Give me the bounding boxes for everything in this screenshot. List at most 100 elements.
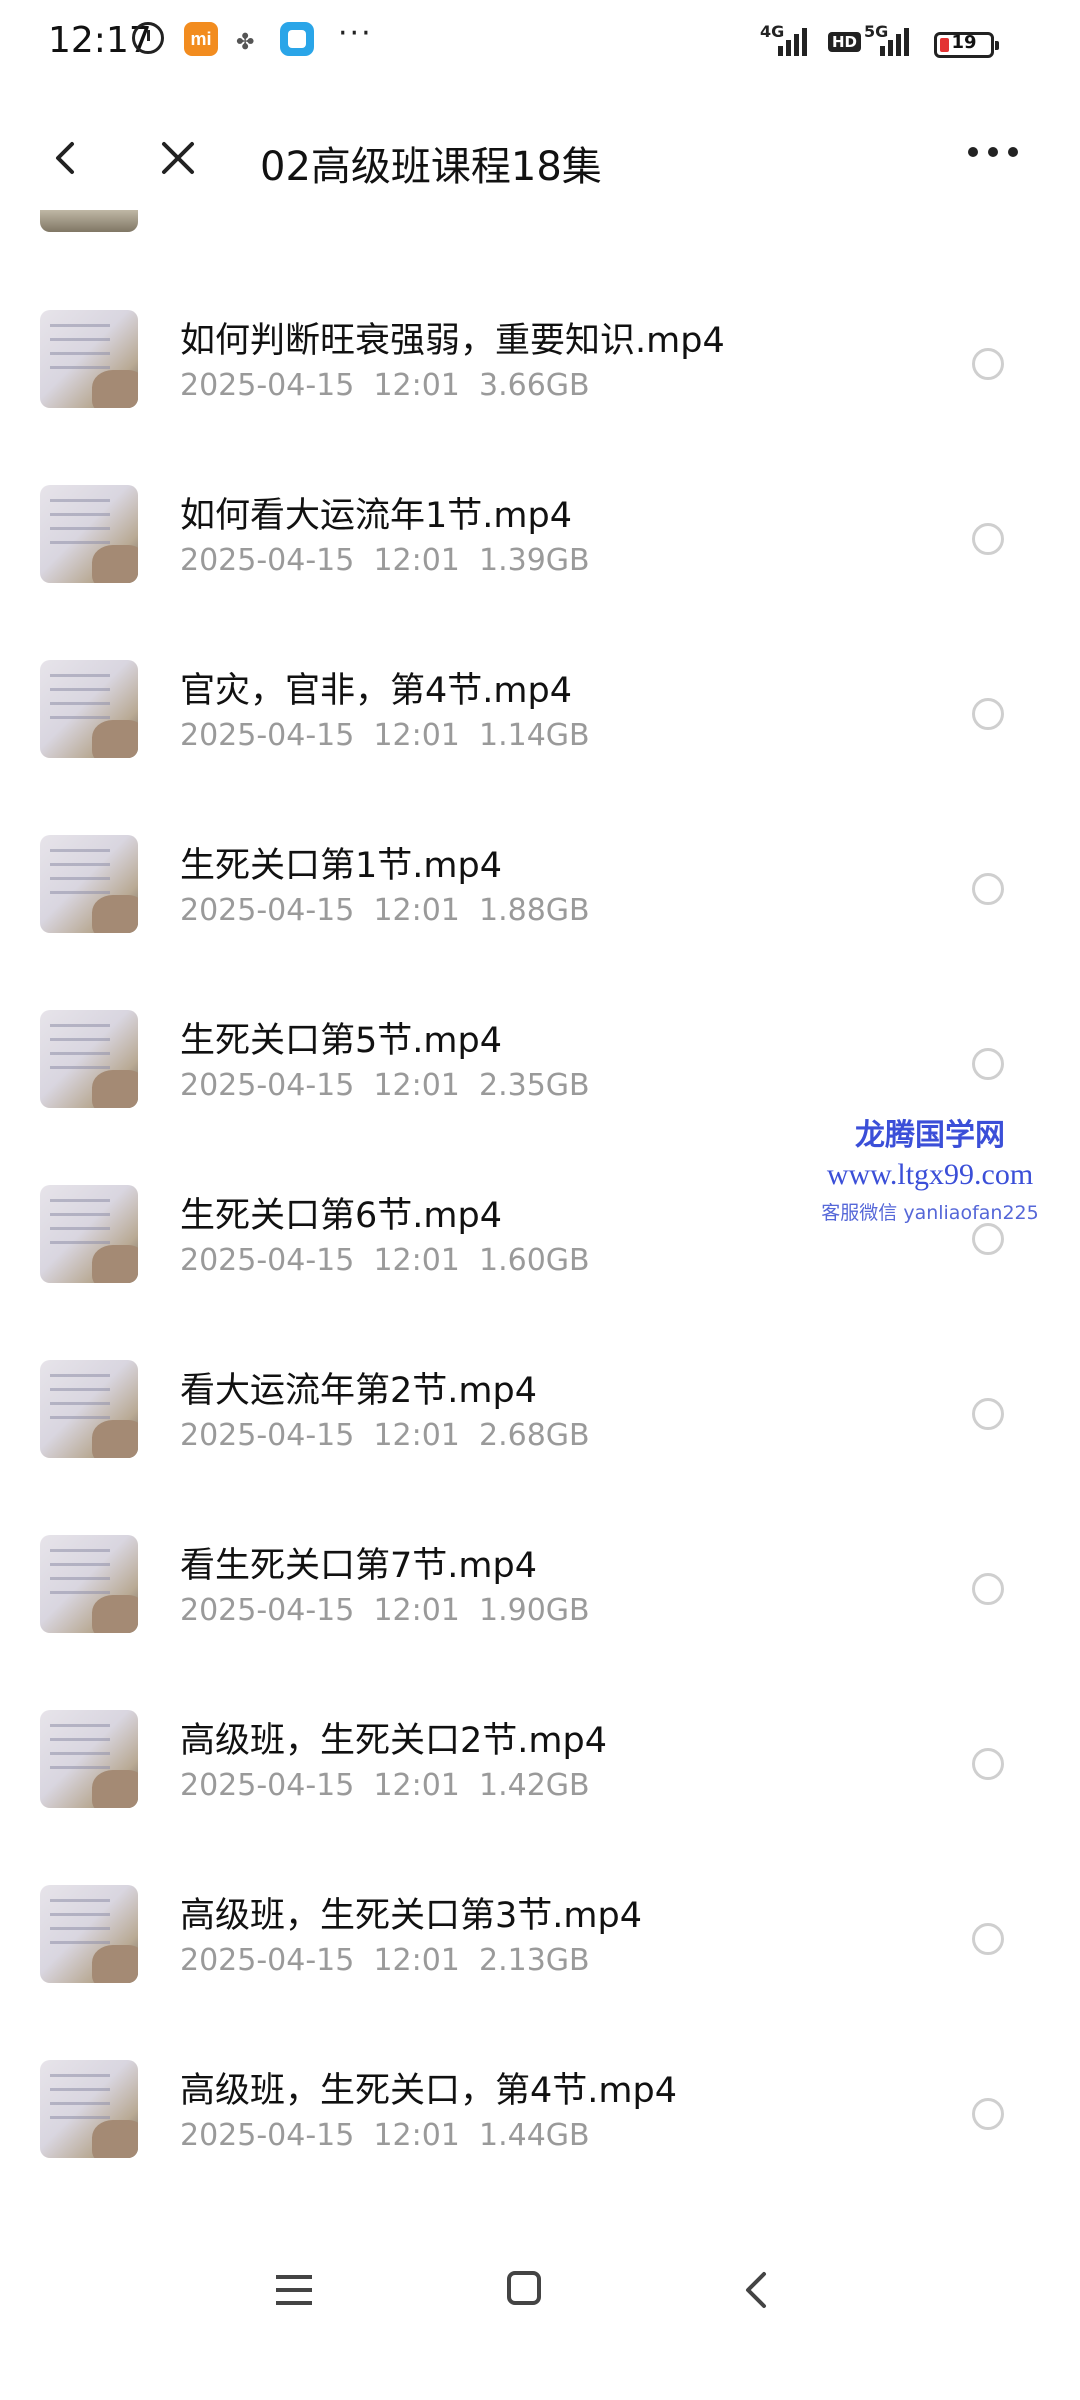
file-time: 12:01 xyxy=(373,1943,460,1978)
file-time: 12:01 xyxy=(373,1243,460,1278)
select-radio[interactable] xyxy=(972,348,1004,380)
system-nav-bar xyxy=(0,2230,1080,2350)
select-radio[interactable] xyxy=(972,523,1004,555)
file-row[interactable]: 看生死关口第7节.mp4 2025-04-15 12:01 1.90GB xyxy=(0,1535,1080,1710)
page-title: 02高级班课程18集 xyxy=(260,144,602,190)
file-meta: 2025-04-15 12:01 1.42GB xyxy=(180,1768,590,1803)
file-time: 12:01 xyxy=(373,893,460,928)
file-size: 1.39GB xyxy=(478,543,590,578)
video-thumbnail xyxy=(40,1185,138,1283)
battery-percent: 19 xyxy=(951,32,977,53)
select-radio[interactable] xyxy=(972,1923,1004,1955)
more-options-icon[interactable] xyxy=(966,142,1020,162)
file-row[interactable]: 如何判断旺衰强弱，重要知识.mp4 2025-04-15 12:01 3.66GB xyxy=(0,310,1080,485)
video-thumbnail xyxy=(40,1360,138,1458)
select-radio[interactable] xyxy=(972,1048,1004,1080)
select-radio[interactable] xyxy=(972,873,1004,905)
video-thumbnail xyxy=(40,1010,138,1108)
file-date: 2025-04-15 xyxy=(180,368,355,403)
home-icon[interactable] xyxy=(506,2270,542,2306)
video-thumbnail xyxy=(40,1885,138,1983)
select-radio[interactable] xyxy=(972,1748,1004,1780)
file-time: 12:01 xyxy=(373,368,460,403)
file-row[interactable]: 看大运流年第2节.mp4 2025-04-15 12:01 2.68GB xyxy=(0,1360,1080,1535)
file-size: 1.90GB xyxy=(478,1593,590,1628)
file-name: 官灾，官非，第4节.mp4 xyxy=(180,671,572,711)
video-thumbnail xyxy=(40,2060,138,2158)
file-date: 2025-04-15 xyxy=(180,718,355,753)
file-name: 高级班，生死关口，第4节.mp4 xyxy=(180,2071,677,2111)
video-thumbnail xyxy=(40,1710,138,1808)
file-time: 12:01 xyxy=(373,543,460,578)
file-row[interactable]: 生死关口第5节.mp4 2025-04-15 12:01 2.35GB xyxy=(0,1010,1080,1185)
file-time: 12:01 xyxy=(373,1593,460,1628)
video-thumbnail xyxy=(40,835,138,933)
signal-2-icon xyxy=(880,22,909,56)
file-size: 1.44GB xyxy=(478,2118,590,2153)
select-radio[interactable] xyxy=(972,1223,1004,1255)
file-date: 2025-04-15 xyxy=(180,2118,355,2153)
file-row[interactable]: 如何看大运流年1节.mp4 2025-04-15 12:01 1.39GB xyxy=(0,485,1080,660)
video-thumbnail xyxy=(40,485,138,583)
file-meta: 2025-04-15 12:01 2.13GB xyxy=(180,1943,590,1978)
file-name: 看生死关口第7节.mp4 xyxy=(180,1546,537,1586)
video-thumbnail xyxy=(40,660,138,758)
file-meta: 2025-04-15 12:01 2.68GB xyxy=(180,1418,590,1453)
file-meta: 2025-04-15 12:01 1.39GB xyxy=(180,543,590,578)
file-time: 12:01 xyxy=(373,1068,460,1103)
file-time: 12:01 xyxy=(373,2118,460,2153)
select-radio[interactable] xyxy=(972,698,1004,730)
back-arrow-icon[interactable] xyxy=(48,138,88,178)
file-size: 1.88GB xyxy=(478,893,590,928)
file-time: 12:01 xyxy=(373,1768,460,1803)
clover-app-icon: ✤ xyxy=(236,30,255,55)
file-meta: 2025-04-15 12:01 1.44GB xyxy=(180,2118,590,2153)
video-thumbnail xyxy=(40,310,138,408)
file-name: 高级班，生死关口2节.mp4 xyxy=(180,1721,607,1761)
file-date: 2025-04-15 xyxy=(180,1418,355,1453)
hd-icon: HD xyxy=(828,32,862,52)
alarm-icon xyxy=(132,22,164,54)
file-name: 看大运流年第2节.mp4 xyxy=(180,1371,537,1411)
file-name: 如何看大运流年1节.mp4 xyxy=(180,496,572,536)
file-date: 2025-04-15 xyxy=(180,893,355,928)
file-name: 生死关口第1节.mp4 xyxy=(180,846,502,886)
select-radio[interactable] xyxy=(972,2098,1004,2130)
video-thumbnail[interactable] xyxy=(40,210,138,232)
mi-app-icon: mi xyxy=(184,22,218,56)
file-row[interactable]: 生死关口第1节.mp4 2025-04-15 12:01 1.88GB xyxy=(0,835,1080,1010)
recent-apps-icon[interactable] xyxy=(274,2272,314,2308)
file-name: 生死关口第6节.mp4 xyxy=(180,1196,502,1236)
file-date: 2025-04-15 xyxy=(180,1943,355,1978)
file-size: 2.68GB xyxy=(478,1418,590,1453)
file-size: 3.66GB xyxy=(478,368,590,403)
select-radio[interactable] xyxy=(972,1398,1004,1430)
file-name: 高级班，生死关口第3节.mp4 xyxy=(180,1896,642,1936)
file-date: 2025-04-15 xyxy=(180,1768,355,1803)
close-icon[interactable] xyxy=(158,138,198,178)
file-time: 12:01 xyxy=(373,1418,460,1453)
file-meta: 2025-04-15 12:01 2.35GB xyxy=(180,1068,590,1103)
file-date: 2025-04-15 xyxy=(180,1593,355,1628)
file-row[interactable]: 官灾，官非，第4节.mp4 2025-04-15 12:01 1.14GB xyxy=(0,660,1080,835)
file-size: 2.13GB xyxy=(478,1943,590,1978)
file-size: 2.35GB xyxy=(478,1068,590,1103)
file-size: 1.42GB xyxy=(478,1768,590,1803)
status-bar: 12:17 mi ✤ ··· 4G HD 5G 19 xyxy=(0,0,1080,92)
video-thumbnail xyxy=(40,1535,138,1633)
file-size: 1.14GB xyxy=(478,718,590,753)
file-meta: 2025-04-15 12:01 1.88GB xyxy=(180,893,590,928)
file-row[interactable]: 高级班，生死关口第3节.mp4 2025-04-15 12:01 2.13GB xyxy=(0,1885,1080,2060)
file-name: 如何判断旺衰强弱，重要知识.mp4 xyxy=(180,321,725,361)
file-time: 12:01 xyxy=(373,718,460,753)
battery-icon: 19 xyxy=(934,32,999,58)
file-date: 2025-04-15 xyxy=(180,1068,355,1103)
file-row[interactable]: 高级班，生死关口，第4节.mp4 2025-04-15 12:01 1.44GB xyxy=(0,2060,1080,2235)
blue-app-icon xyxy=(280,22,314,56)
file-meta: 2025-04-15 12:01 1.60GB xyxy=(180,1243,590,1278)
file-size: 1.60GB xyxy=(478,1243,590,1278)
select-radio[interactable] xyxy=(972,1573,1004,1605)
file-row[interactable]: 高级班，生死关口2节.mp4 2025-04-15 12:01 1.42GB xyxy=(0,1710,1080,1885)
nav-back-icon[interactable] xyxy=(738,2270,774,2310)
file-row[interactable]: 生死关口第6节.mp4 2025-04-15 12:01 1.60GB xyxy=(0,1185,1080,1360)
